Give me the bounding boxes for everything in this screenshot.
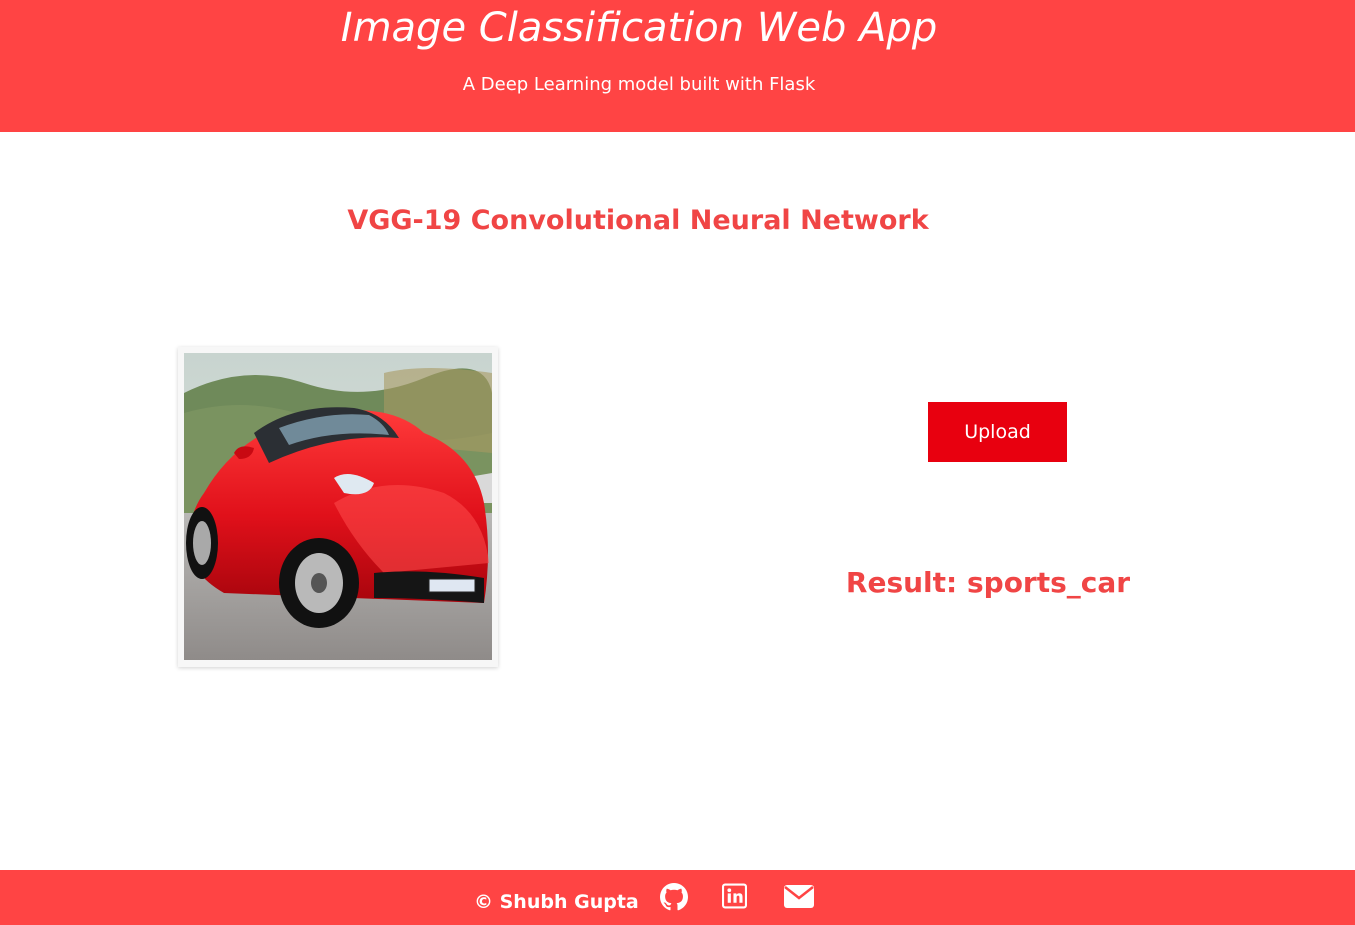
- linkedin-icon[interactable]: [722, 883, 747, 913]
- app-subtitle: A Deep Learning model built with Flask: [462, 74, 816, 95]
- app-title: Image Classification Web App: [340, 5, 938, 51]
- uploaded-image: [184, 353, 492, 660]
- page-footer: © Shubh Gupta: [0, 870, 1355, 925]
- copyright-text: © Shubh Gupta: [474, 891, 639, 913]
- email-icon[interactable]: [784, 885, 814, 912]
- model-title: VGG-19 Convolutional Neural Network: [347, 205, 929, 236]
- image-preview-frame: [178, 347, 498, 667]
- page-header: Image Classification Web App A Deep Lear…: [0, 0, 1355, 132]
- upload-button[interactable]: Upload: [928, 402, 1067, 462]
- car-photo-icon: [184, 353, 492, 660]
- classification-result: Result: sports_car: [845, 566, 1131, 599]
- github-icon[interactable]: [660, 883, 688, 915]
